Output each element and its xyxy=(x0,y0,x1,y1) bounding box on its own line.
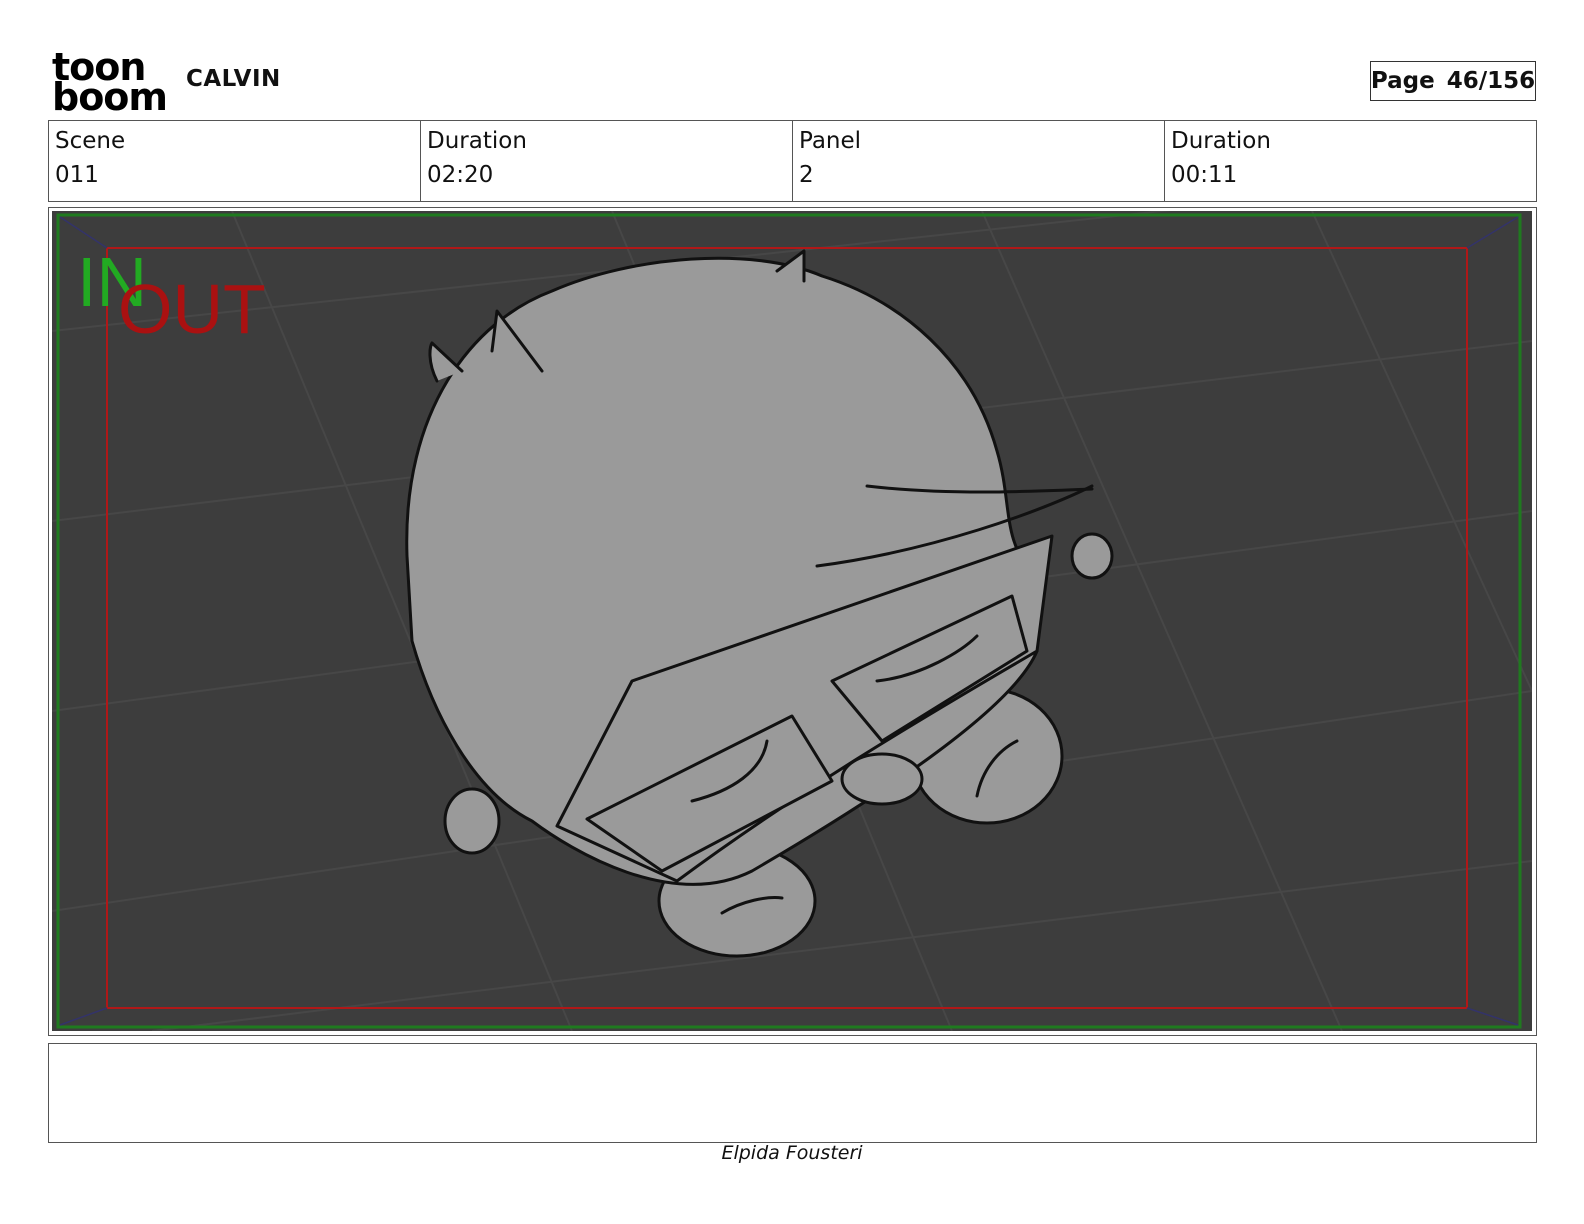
storyboard-panel: IN OUT xyxy=(48,207,1537,1036)
project-title: CALVIN xyxy=(186,66,281,92)
scene-duration-cell: Duration 02:20 xyxy=(421,121,793,201)
panel-duration-label: Duration xyxy=(1171,128,1271,154)
back-right-hand xyxy=(1070,532,1114,580)
scene-cell: Scene 011 xyxy=(49,121,421,201)
panel-value: 2 xyxy=(799,162,814,188)
scene-duration-value: 02:20 xyxy=(427,162,494,188)
nose xyxy=(840,752,924,806)
back-left-foot xyxy=(443,787,501,855)
panel-duration-value: 00:11 xyxy=(1171,162,1238,188)
scene-duration-label: Duration xyxy=(427,128,527,154)
panel-cell: Panel 2 xyxy=(793,121,1165,201)
toonboom-logo: toon boom xyxy=(52,48,168,119)
panel-drawing: IN OUT xyxy=(52,211,1532,1031)
page-number: 46/156 xyxy=(1446,68,1536,94)
scene-label: Scene xyxy=(55,128,126,154)
panel-info-table: Scene 011 Duration 02:20 Panel 2 Duratio… xyxy=(48,120,1537,202)
artist-name: Elpida Fousteri xyxy=(721,1142,863,1164)
panel-duration-cell: Duration 00:11 xyxy=(1165,121,1536,201)
logo-line-2: boom xyxy=(52,75,168,119)
panel-notes-box xyxy=(48,1043,1537,1143)
scene-value: 011 xyxy=(55,162,99,188)
page-indicator: Page 46/156 xyxy=(1370,61,1536,101)
page-label: Page xyxy=(1370,68,1435,94)
out-label: OUT xyxy=(118,270,266,348)
panel-label: Panel xyxy=(799,128,862,154)
